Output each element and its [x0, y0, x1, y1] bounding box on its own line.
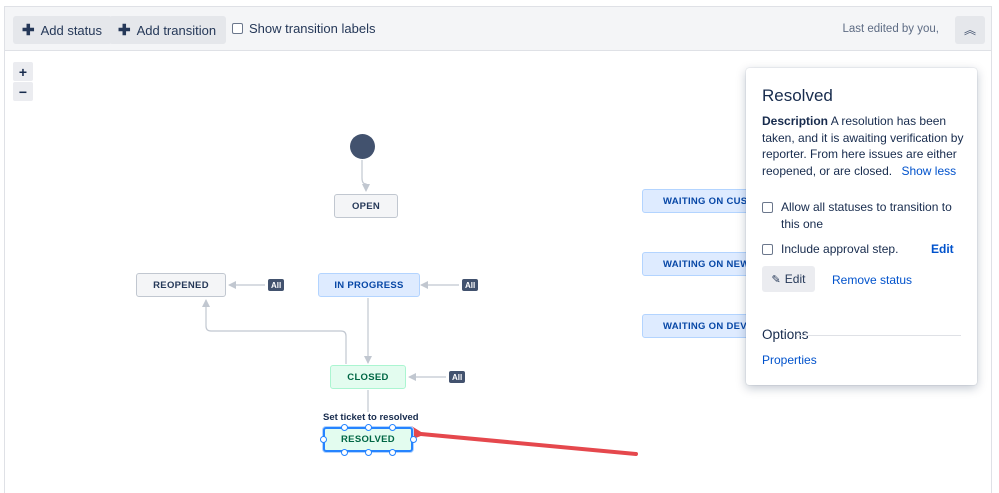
status-closed[interactable]: CLOSED — [330, 365, 406, 389]
status-waiting-on-customer[interactable]: WAITING ON CUSTO — [642, 189, 752, 213]
approval-edit-link[interactable]: Edit — [931, 242, 954, 256]
include-approval-option[interactable]: Include approval step. — [762, 241, 898, 258]
all-transition-badge[interactable]: All — [268, 279, 285, 291]
selection-handle[interactable] — [410, 436, 417, 443]
options-divider — [796, 335, 961, 336]
transition-closed-reopened — [202, 299, 347, 364]
selection-handle[interactable] — [365, 449, 372, 456]
start-node[interactable] — [350, 134, 375, 159]
status-details-panel: Resolved Description A resolution has be… — [746, 68, 977, 385]
edit-status-label: Edit — [784, 272, 806, 286]
selection-handle[interactable] — [320, 436, 327, 443]
edit-status-button[interactable]: ✎ Edit — [762, 266, 815, 292]
annotation-arrow — [410, 426, 638, 456]
status-waiting-on-new[interactable]: WAITING ON NEW V — [642, 252, 752, 276]
properties-link[interactable]: Properties — [762, 353, 817, 367]
selection-handle[interactable] — [365, 424, 372, 431]
selection-handle[interactable] — [341, 424, 348, 431]
description-label: Description — [762, 114, 829, 128]
status-description: Description A resolution has been taken,… — [762, 113, 967, 179]
status-in-progress[interactable]: IN PROGRESS — [318, 273, 420, 297]
status-reopened[interactable]: REOPENED — [136, 273, 226, 297]
status-waiting-on-dev[interactable]: WAITING ON DEV — [642, 314, 752, 338]
transition-label[interactable]: Set ticket to resolved — [323, 412, 419, 423]
selection-handle[interactable] — [389, 424, 396, 431]
pencil-icon: ✎ — [771, 273, 781, 286]
include-approval-checkbox[interactable] — [762, 244, 773, 255]
selection-handle[interactable] — [341, 449, 348, 456]
status-open[interactable]: OPEN — [334, 194, 398, 218]
allow-all-statuses-checkbox[interactable] — [762, 202, 773, 213]
allow-all-statuses-option[interactable]: Allow all statuses to transition to this… — [762, 199, 967, 232]
all-transition-badge[interactable]: All — [462, 279, 479, 291]
remove-status-link[interactable]: Remove status — [832, 273, 912, 287]
transition-start-open — [361, 160, 370, 192]
all-transition-badge[interactable]: All — [449, 371, 466, 383]
allow-all-statuses-label: Allow all statuses to transition to this… — [781, 200, 952, 231]
show-less-link[interactable]: Show less — [901, 164, 956, 178]
include-approval-label: Include approval step. — [781, 242, 899, 256]
panel-title: Resolved — [762, 86, 833, 105]
selection-handle[interactable] — [389, 449, 396, 456]
